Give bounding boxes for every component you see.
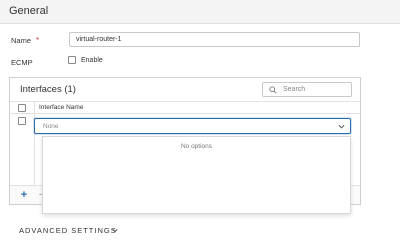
search-icon	[269, 86, 277, 94]
select-all-checkbox[interactable]	[18, 104, 26, 112]
chevron-down-icon	[338, 124, 345, 129]
ecmp-label: ECMP	[11, 58, 33, 67]
interface-select[interactable]: None	[34, 118, 351, 134]
column-header-interface-name: Interface Name	[39, 104, 84, 111]
name-label: Name *	[11, 36, 40, 45]
name-value: virtual-router-1	[76, 36, 122, 43]
section-header: General	[0, 0, 400, 24]
ecmp-enable-label: Enable	[81, 57, 103, 64]
ecmp-enable-checkbox[interactable]	[68, 56, 76, 64]
dropdown-empty-text: No options	[180, 143, 213, 150]
section-title: General	[9, 5, 49, 17]
add-row-button[interactable]: +	[19, 190, 29, 201]
name-input[interactable]: virtual-router-1	[69, 32, 360, 47]
search-input[interactable]: Search	[262, 82, 352, 97]
table-header: Interface Name	[10, 101, 360, 114]
advanced-settings-toggle[interactable]: ADVANCED SETTINGS	[19, 226, 117, 235]
required-indicator: *	[36, 36, 40, 45]
row-checkbox[interactable]	[18, 117, 26, 125]
interfaces-title: Interfaces (1)	[20, 84, 76, 95]
search-placeholder: Search	[283, 86, 306, 93]
interface-dropdown-menu: No options	[42, 136, 351, 214]
interface-select-value: None	[43, 123, 59, 130]
chevron-down-icon[interactable]	[112, 228, 118, 233]
